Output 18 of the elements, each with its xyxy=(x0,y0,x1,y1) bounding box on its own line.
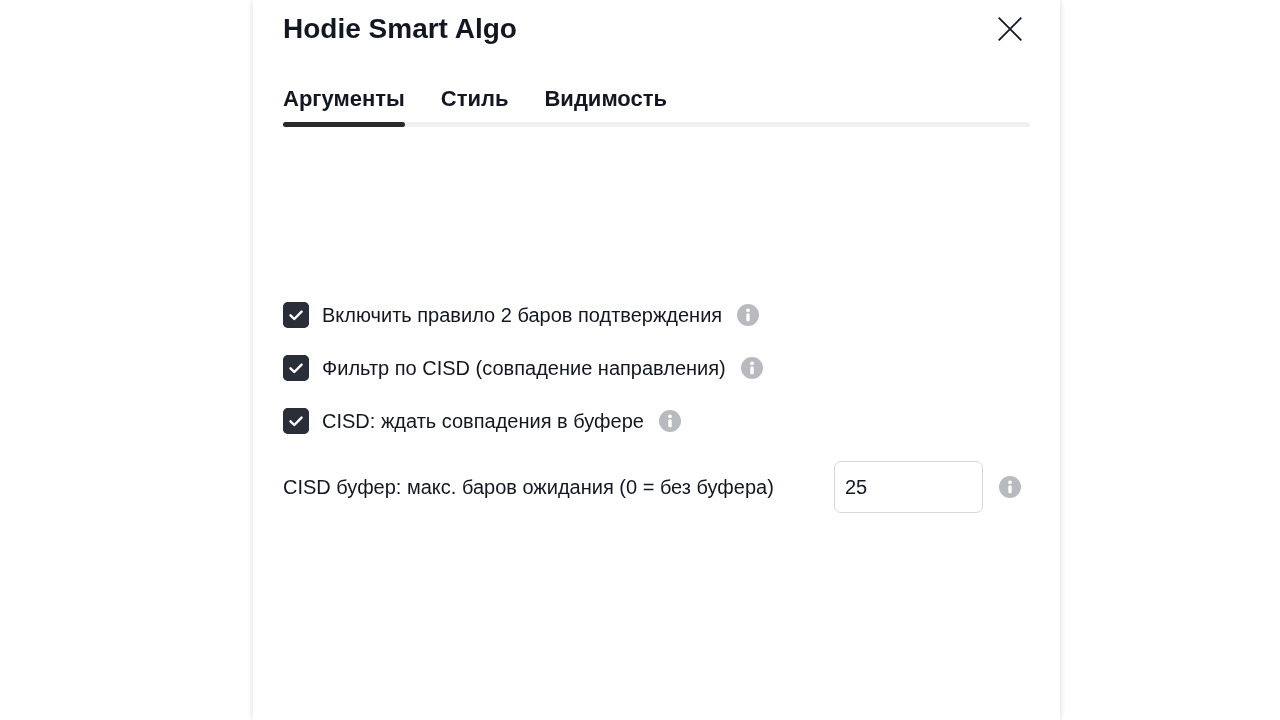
setting-label: CISD буфер: макс. баров ожидания (0 = без буфера) xyxy=(283,475,775,499)
number-field[interactable]: 25 xyxy=(834,461,983,513)
close-icon xyxy=(998,17,1022,41)
setting-label: Включить правило 2 баров подтверждения xyxy=(322,303,723,327)
tab[interactable]: Аргументы xyxy=(283,86,405,127)
dialog-title: Hodie Smart Algo xyxy=(283,12,517,46)
setting-label: Фильтр по CISD (совпадение направления) xyxy=(322,356,726,380)
setting-label: CISD: ждать совпадения в буфере xyxy=(322,409,644,433)
tab[interactable]: Видимость xyxy=(544,86,668,127)
checked-checkbox[interactable] xyxy=(283,355,309,381)
tab[interactable]: Стиль xyxy=(440,86,509,127)
info-icon xyxy=(740,357,763,379)
checked-checkbox[interactable] xyxy=(283,302,309,328)
checked-checkbox[interactable] xyxy=(283,408,309,434)
close-button[interactable] xyxy=(998,17,1022,41)
info-icon xyxy=(658,410,681,432)
info-icon xyxy=(999,476,1021,498)
info-icon xyxy=(737,304,760,326)
